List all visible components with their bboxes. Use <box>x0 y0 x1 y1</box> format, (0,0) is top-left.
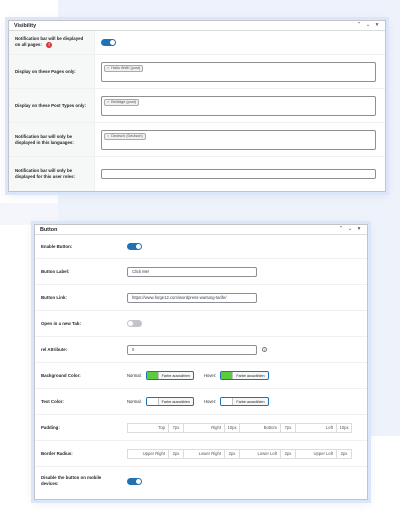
label-rel-attribute: rel Attribute: <box>41 346 68 352</box>
row-pages: Display on these Pages only: × Hallo Welt… <box>9 55 385 89</box>
radius-upper-right-label: Upper Right <box>127 448 169 459</box>
selected-chip: × Beiträge (post) <box>104 98 140 106</box>
color-swatch <box>221 398 233 405</box>
radius-upper-right-input[interactable]: 2px <box>168 448 184 459</box>
row-rel-attribute: rel Attribute: 0 i <box>35 337 367 363</box>
move-up-icon[interactable]: ⌃ <box>356 22 362 29</box>
label-post-types: Display on these Post Types only: <box>9 89 95 122</box>
enable-button-toggle[interactable] <box>127 243 142 250</box>
remove-chip-icon[interactable]: × <box>107 134 109 138</box>
all-pages-toggle[interactable] <box>101 39 116 46</box>
button-panel-title: Button <box>40 226 58 233</box>
row-background-color: Background Color: Normal: Farbe auswähle… <box>35 363 367 389</box>
radius-lower-right-input[interactable]: 2px <box>224 448 240 459</box>
languages-select[interactable]: × Deutsch (Deutsch) <box>101 129 376 150</box>
padding-top-input[interactable]: 7px <box>168 422 184 433</box>
rel-attribute-input[interactable]: 0 <box>127 344 257 355</box>
move-down-icon[interactable]: ⌄ <box>365 22 371 29</box>
radius-lower-left-input[interactable]: 2px <box>280 448 296 459</box>
visibility-panel: Visibility ⌃ ⌄ ▾ Notification bar will b… <box>8 20 386 192</box>
row-user-roles: Notification bar will only be displayed … <box>9 157 385 191</box>
row-button-link: Button Link: https://www.forge12.com/wor… <box>35 285 367 311</box>
mobile-disable-toggle[interactable] <box>127 477 142 485</box>
row-new-tab: Open in a new Tab: <box>35 311 367 337</box>
row-text-color: Text Color: Normal: Farbe auswählen Hove… <box>35 389 367 415</box>
move-down-icon[interactable]: ⌄ <box>347 226 353 233</box>
hover-label: Hover: <box>203 373 217 378</box>
button-panel-header: Button ⌃ ⌄ ▾ <box>35 225 367 235</box>
selected-chip: × Deutsch (Deutsch) <box>104 132 146 140</box>
label-mobile-disable: Disable the button on mobile devices: <box>41 475 102 486</box>
padding-right-input[interactable]: 10px <box>224 422 240 433</box>
label-text-color: Text Color: <box>41 398 64 404</box>
padding-left-label: Left <box>295 422 337 433</box>
selected-chip: × Hallo Welt! (post) <box>104 64 144 72</box>
background-decoration-2 <box>0 203 58 225</box>
normal-label: Normal: <box>127 399 142 404</box>
padding-right-label: Right <box>183 422 225 433</box>
label-new-tab: Open in a new Tab: <box>41 320 81 326</box>
padding-bottom-input[interactable]: 7px <box>280 422 296 433</box>
toggle-panel-icon[interactable]: ▾ <box>374 22 380 29</box>
pages-select[interactable]: × Hallo Welt! (post) <box>101 61 376 82</box>
padding-left-input[interactable]: 10px <box>336 422 352 433</box>
row-languages: Notification bar will only be displayed … <box>9 123 385 157</box>
padding-group: Top 7px Right 10px Bottom 7px Left 10px <box>127 422 352 433</box>
label-pages: Display on these Pages only: <box>9 55 95 88</box>
warning-icon: ! <box>46 42 53 49</box>
row-enable-button: Enable Button: <box>35 235 367 259</box>
radius-lower-left-label: Lower Left <box>239 448 281 459</box>
label-languages: Notification bar will only be displayed … <box>9 123 95 156</box>
button-panel: Button ⌃ ⌄ ▾ Enable Button: Button Label… <box>34 224 368 500</box>
label-button-label: Button Label: <box>41 268 70 274</box>
color-swatch <box>146 372 158 379</box>
normal-label: Normal: <box>127 373 142 378</box>
row-post-types: Display on these Post Types only: × Beitr… <box>9 89 385 123</box>
label-border-radius: Border Radius: <box>41 450 73 456</box>
panel-controls: ⌃ ⌄ ▾ <box>356 22 380 29</box>
user-roles-select[interactable] <box>101 169 376 179</box>
move-up-icon[interactable]: ⌃ <box>338 226 344 233</box>
padding-top-label: Top <box>127 422 169 433</box>
visibility-panel-header: Visibility ⌃ ⌄ ▾ <box>9 21 385 31</box>
padding-bottom-label: Bottom <box>239 422 281 433</box>
radius-upper-left-input[interactable]: 2px <box>336 448 352 459</box>
label-background-color: Background Color: <box>41 372 81 378</box>
row-border-radius: Border Radius: Upper Right 2px Lower Rig… <box>35 441 367 467</box>
radius-group: Upper Right 2px Lower Right 2px Lower Le… <box>127 448 352 459</box>
radius-upper-left-label: Upper Left <box>295 448 337 459</box>
radius-lower-right-label: Lower Right <box>183 448 225 459</box>
text-hover-color-picker[interactable]: Farbe auswählen <box>220 397 269 406</box>
remove-chip-icon[interactable]: × <box>107 66 109 70</box>
label-enable-button: Enable Button: <box>41 243 73 249</box>
visibility-panel-title: Visibility <box>14 22 37 29</box>
text-normal-color-picker[interactable]: Farbe auswählen <box>145 397 194 406</box>
panel-controls: ⌃ ⌄ ▾ <box>338 226 362 233</box>
label-padding: Padding: <box>41 424 60 430</box>
label-button-link: Button Link: <box>41 294 67 300</box>
new-tab-toggle[interactable] <box>127 320 142 327</box>
row-mobile-disable: Disable the button on mobile devices: <box>35 467 367 495</box>
label-user-roles: Notification bar will only be displayed … <box>9 157 95 191</box>
button-link-input[interactable]: https://www.forge12.com/wordpress-wartun… <box>127 292 257 303</box>
color-swatch <box>221 372 233 379</box>
row-button-label: Button Label: Click Me! <box>35 259 367 285</box>
bg-normal-color-picker[interactable]: Farbe auswählen <box>145 371 194 380</box>
button-label-input[interactable]: Click Me! <box>127 266 257 277</box>
row-padding: Padding: Top 7px Right 10px Bottom 7px L… <box>35 415 367 441</box>
remove-chip-icon[interactable]: × <box>107 100 109 104</box>
info-icon[interactable]: i <box>262 347 267 352</box>
color-swatch <box>146 398 158 405</box>
row-all-pages: Notification bar will be displayed on al… <box>9 31 385 55</box>
bg-hover-color-picker[interactable]: Farbe auswählen <box>220 371 269 380</box>
hover-label: Hover: <box>203 399 217 404</box>
toggle-panel-icon[interactable]: ▾ <box>356 226 362 233</box>
post-types-select[interactable]: × Beiträge (post) <box>101 95 376 116</box>
